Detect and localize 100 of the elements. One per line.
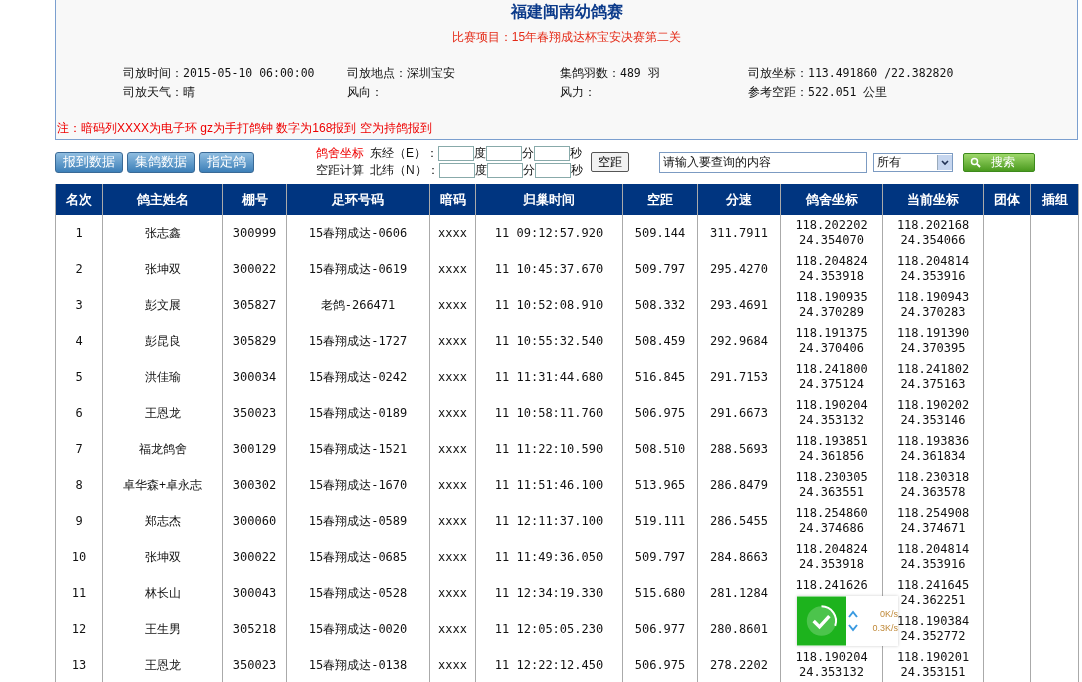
table-cell: 11 12:05:05.230 [475, 611, 623, 647]
column-header[interactable]: 鸽舍坐标 [780, 184, 883, 215]
distance-button[interactable]: 空距 [590, 152, 629, 172]
column-header[interactable]: 鸽主姓名 [102, 184, 223, 215]
table-cell: 张坤双 [102, 251, 223, 287]
table-cell: 515.680 [622, 575, 698, 611]
column-header[interactable]: 团体 [983, 184, 1031, 215]
table-cell: 291.6673 [697, 395, 781, 431]
coord-input[interactable] [486, 146, 522, 161]
table-cell: 15春翔成达-0020 [286, 611, 430, 647]
table-cell: 281.1284 [697, 575, 781, 611]
coordinate-cell: 118.230305 24.363551 [780, 467, 883, 503]
table-cell: xxxx [429, 215, 476, 251]
coord-input[interactable] [438, 146, 474, 161]
table-cell: 11 10:55:32.540 [475, 323, 623, 359]
table-cell: 300060 [222, 503, 287, 539]
table-cell: 王恩龙 [102, 647, 223, 682]
table-cell: 11 12:34:19.330 [475, 575, 623, 611]
table-cell: 506.977 [622, 611, 698, 647]
table-cell: 卓华森+卓永志 [102, 467, 223, 503]
table-cell: xxxx [429, 359, 476, 395]
column-header[interactable]: 足环号码 [286, 184, 430, 215]
coordinate-cell: 118.202168 24.354066 [882, 215, 984, 251]
race-subtitle: 比赛项目：15年春翔成达杯宝安决赛第二关 [451, 29, 682, 46]
coordinate-cell: 118.202202 24.354070 [780, 215, 883, 251]
column-header[interactable]: 插组 [1030, 184, 1079, 215]
search-icon [969, 156, 981, 168]
table-cell: 6 [55, 395, 103, 431]
table-cell: 300999 [222, 215, 287, 251]
unit-label: 秒 [570, 145, 582, 162]
table-cell: 8 [55, 467, 103, 503]
unit-label: 秒 [570, 162, 583, 179]
table-cell: 278.2202 [697, 647, 781, 682]
table-cell: xxxx [429, 467, 476, 503]
table-cell: 300022 [222, 251, 287, 287]
table-cell: 516.845 [622, 359, 698, 395]
column-header[interactable]: 分速 [697, 184, 781, 215]
coordinate-cell: 118.193851 24.361856 [780, 431, 883, 467]
table-cell: 张坤双 [102, 539, 223, 575]
table-cell: 1 [55, 215, 103, 251]
table-cell: 300034 [222, 359, 287, 395]
unit-label: 分 [522, 162, 535, 179]
column-header[interactable]: 暗码 [429, 184, 476, 215]
coordinate-cell: 118.241802 24.375163 [882, 359, 984, 395]
table-cell: 15春翔成达-0138 [286, 647, 430, 682]
release-info: 司放天气：晴 [123, 85, 196, 100]
table-cell: xxxx [429, 575, 476, 611]
table-cell: 506.975 [622, 395, 698, 431]
table-cell: 350023 [222, 647, 287, 682]
release-info: 风力： [560, 85, 597, 100]
release-info: 司放坐标：113.491860 /22.382820 [748, 66, 955, 81]
table-cell: 11 11:49:36.050 [475, 539, 623, 575]
table-cell: xxxx [429, 647, 476, 682]
table-cell: 3 [55, 287, 103, 323]
table-cell: 513.965 [622, 467, 698, 503]
table-cell: 506.975 [622, 647, 698, 682]
table-cell: 11 12:22:12.450 [475, 647, 623, 682]
table-cell: xxxx [429, 611, 476, 647]
table-cell: 11 10:52:08.910 [475, 287, 623, 323]
table-cell: 300129 [222, 431, 287, 467]
coordinate-cell: 118.204814 24.353916 [882, 539, 984, 575]
table-cell: 293.4691 [697, 287, 781, 323]
table-cell: 286.8479 [697, 467, 781, 503]
table-cell: 15春翔成达-1670 [286, 467, 430, 503]
table-cell: 福龙鸽舍 [102, 431, 223, 467]
coordinate-cell: 118.193836 24.361834 [882, 431, 984, 467]
column-header[interactable]: 棚号 [222, 184, 287, 215]
table-cell: 509.797 [622, 539, 698, 575]
table-cell: 11 11:51:46.100 [475, 467, 623, 503]
table-cell: 彭文展 [102, 287, 223, 323]
table-cell: 11 [55, 575, 103, 611]
coordinate-cell: 118.230318 24.363578 [882, 467, 984, 503]
column-header[interactable]: 归巢时间 [475, 184, 623, 215]
table-cell: 305218 [222, 611, 287, 647]
filter-select[interactable]: 所有 [872, 152, 953, 172]
table-cell: 林长山 [102, 575, 223, 611]
table-cell: 10 [55, 539, 103, 575]
coord-axis-label: 东经（E）： [370, 145, 438, 162]
coord-input[interactable] [534, 146, 570, 161]
column-header[interactable]: 当前坐标 [882, 184, 984, 215]
coord-label: 空距计算 [316, 162, 364, 179]
column-header[interactable]: 空距 [622, 184, 698, 215]
table-cell: 11 11:22:10.590 [475, 431, 623, 467]
table-cell: xxxx [429, 431, 476, 467]
search-field[interactable]: 请输入要查询的内容 [658, 151, 867, 173]
coordinate-cell: 118.190943 24.370283 [882, 287, 984, 323]
coord-input[interactable] [438, 163, 475, 178]
table-cell: 7 [55, 431, 103, 467]
table-cell: 286.5455 [697, 503, 781, 539]
column-header[interactable]: 名次 [55, 184, 103, 215]
coordinate-cell: 118.190204 24.353132 [780, 395, 883, 431]
coord-input[interactable] [486, 163, 523, 178]
table-cell: 311.7911 [697, 215, 781, 251]
table-cell: 12 [55, 611, 103, 647]
table-cell: 王生男 [102, 611, 223, 647]
page-title: 福建闽南幼鸽赛 [510, 2, 623, 22]
release-info: 集鸽羽数：489 羽 [560, 66, 661, 81]
table-cell: 郑志杰 [102, 503, 223, 539]
coord-input[interactable] [534, 163, 571, 178]
table-cell: 15春翔成达-0589 [286, 503, 430, 539]
